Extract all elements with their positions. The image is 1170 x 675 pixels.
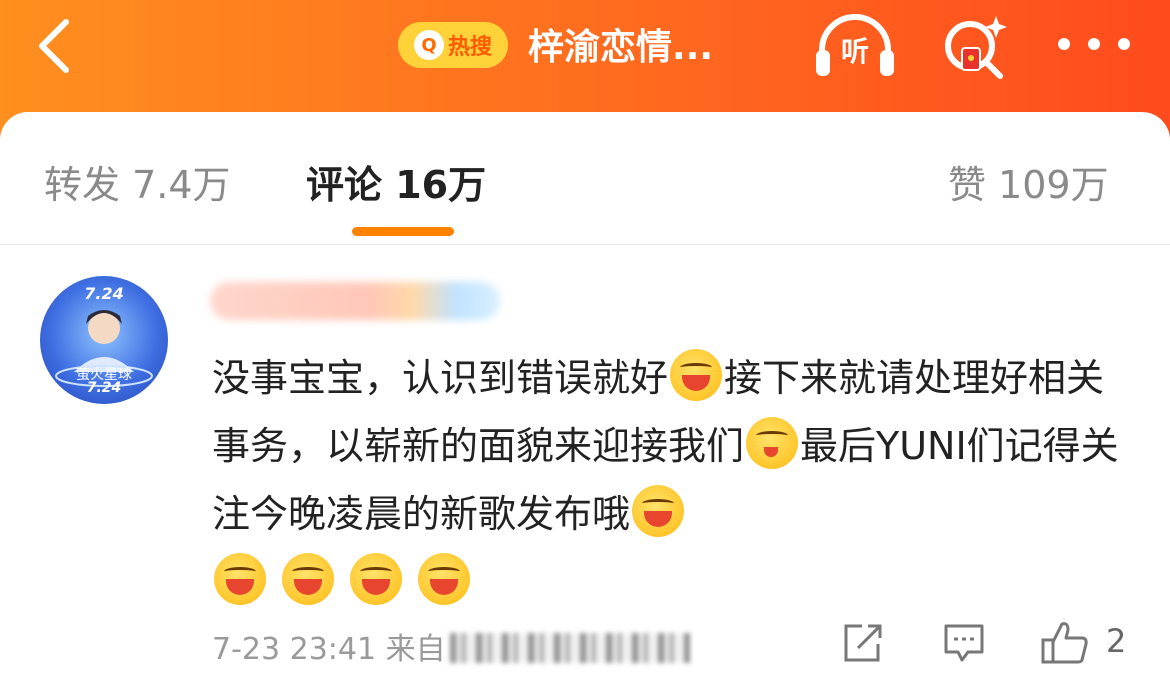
laughing-emoji — [282, 553, 335, 605]
listen-button[interactable]: 听 — [812, 12, 898, 82]
username-blurred[interactable] — [210, 282, 500, 320]
laughing-emoji — [418, 553, 471, 605]
comment-meta: 7-23 23:41 来自 — [212, 624, 690, 668]
comment-text-part1: 没事宝宝，认识到错误就好 — [212, 356, 669, 400]
like-count: 2 — [1106, 622, 1127, 660]
laughing-emoji — [670, 349, 723, 401]
back-arrow-icon — [39, 19, 69, 73]
tab-comment[interactable]: 评论 16万 — [306, 154, 486, 209]
page-title[interactable]: 梓渝恋情... — [528, 20, 713, 76]
comment-sheet: 转发 7.4万 评论 16万 赞 109万 7.24 萤火星球 7.24 没事宝… — [0, 112, 1170, 675]
thumbs-up-icon — [1041, 622, 1088, 664]
more-icon-dot — [1088, 38, 1100, 50]
blushing-emoji — [746, 417, 799, 469]
more-icon-dot — [1118, 38, 1130, 50]
more-icon — [1058, 38, 1070, 50]
avatar-date-bottom: 7.24 — [86, 380, 122, 396]
search-gift-button[interactable] — [940, 12, 1010, 82]
laughing-emoji — [214, 553, 266, 605]
comment-icon — [944, 624, 984, 662]
source-blurred — [449, 633, 690, 663]
divider — [0, 244, 1170, 245]
listen-label: 听 — [840, 35, 869, 68]
hot-search-badge[interactable]: Q 热搜 — [398, 22, 508, 68]
tab-repost[interactable]: 转发 7.4万 — [44, 154, 231, 209]
more-button[interactable] — [1058, 26, 1130, 62]
comment-text: 没事宝宝，认识到错误就好 接下来就请处理好相关事务，以崭新的面貌来迎接我们 最后YU… — [212, 344, 1132, 616]
source-prefix: 来自 — [385, 632, 446, 667]
search-gift-icon — [945, 16, 1007, 79]
laughing-emoji — [350, 553, 403, 605]
avatar[interactable]: 7.24 萤火星球 7.24 — [40, 276, 168, 404]
hot-search-label: 热搜 — [447, 35, 492, 60]
laughing-emoji — [632, 485, 685, 537]
like-button[interactable]: 2 — [1040, 620, 1130, 666]
search-icon: Q — [413, 30, 444, 60]
share-button[interactable] — [840, 620, 884, 666]
comment-button[interactable] — [942, 620, 986, 666]
back-button[interactable] — [28, 16, 88, 76]
comment-time: 7-23 23:41 — [212, 632, 377, 667]
active-tab-indicator — [352, 227, 454, 236]
comment-source: 来自 — [386, 632, 690, 667]
share-icon — [844, 624, 882, 662]
tab-like[interactable]: 赞 109万 — [948, 154, 1109, 209]
